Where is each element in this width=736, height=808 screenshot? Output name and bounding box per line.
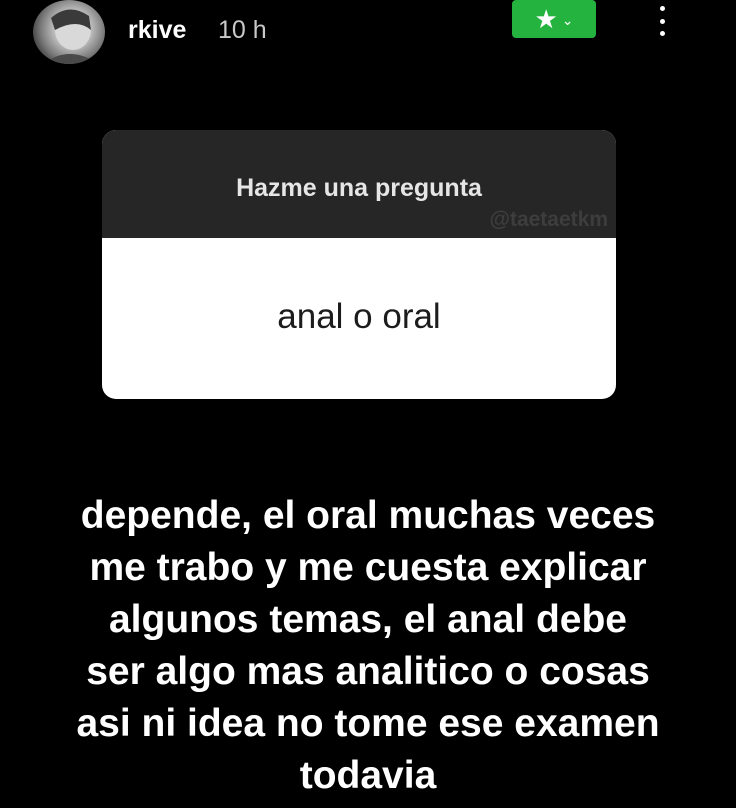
story-header: rkive 10 h ★ ⌄ [0,0,736,70]
question-sticker-title: Hazme una pregunta [236,174,482,202]
star-icon: ★ [534,4,558,34]
avatar[interactable] [33,0,105,64]
chevron-down-icon: ⌄ [561,12,574,28]
reply-line: todavia [299,754,437,797]
reply-line: algunos temas, el anal debe [108,598,627,641]
reply-line: me trabo y me cuesta explicar [89,546,647,589]
question-text: anal o oral [277,296,441,336]
question-sticker-body: anal o oral [102,238,616,399]
more-options-icon[interactable] [654,6,670,36]
dot [659,31,665,36]
dot [659,6,665,11]
post-time: 10 h [218,16,267,44]
reply-line: depende, el oral muchas veces [80,494,656,537]
question-sticker-header: Hazme una pregunta @taetaetkm [102,130,616,238]
reply-line: ser algo mas analitico o cosas [86,650,650,693]
reply-text: depende, el oral muchas veces me trabo y… [40,490,696,802]
avatar-image [43,9,99,64]
question-sticker: Hazme una pregunta @taetaetkm anal o ora… [102,130,616,399]
reply-line: asi ni idea no tome ese examen [76,702,660,745]
close-friends-badge[interactable]: ★ ⌄ [512,0,596,38]
dot [659,18,665,24]
watermark: @taetaetkm [489,208,608,231]
username[interactable]: rkive [128,16,186,45]
